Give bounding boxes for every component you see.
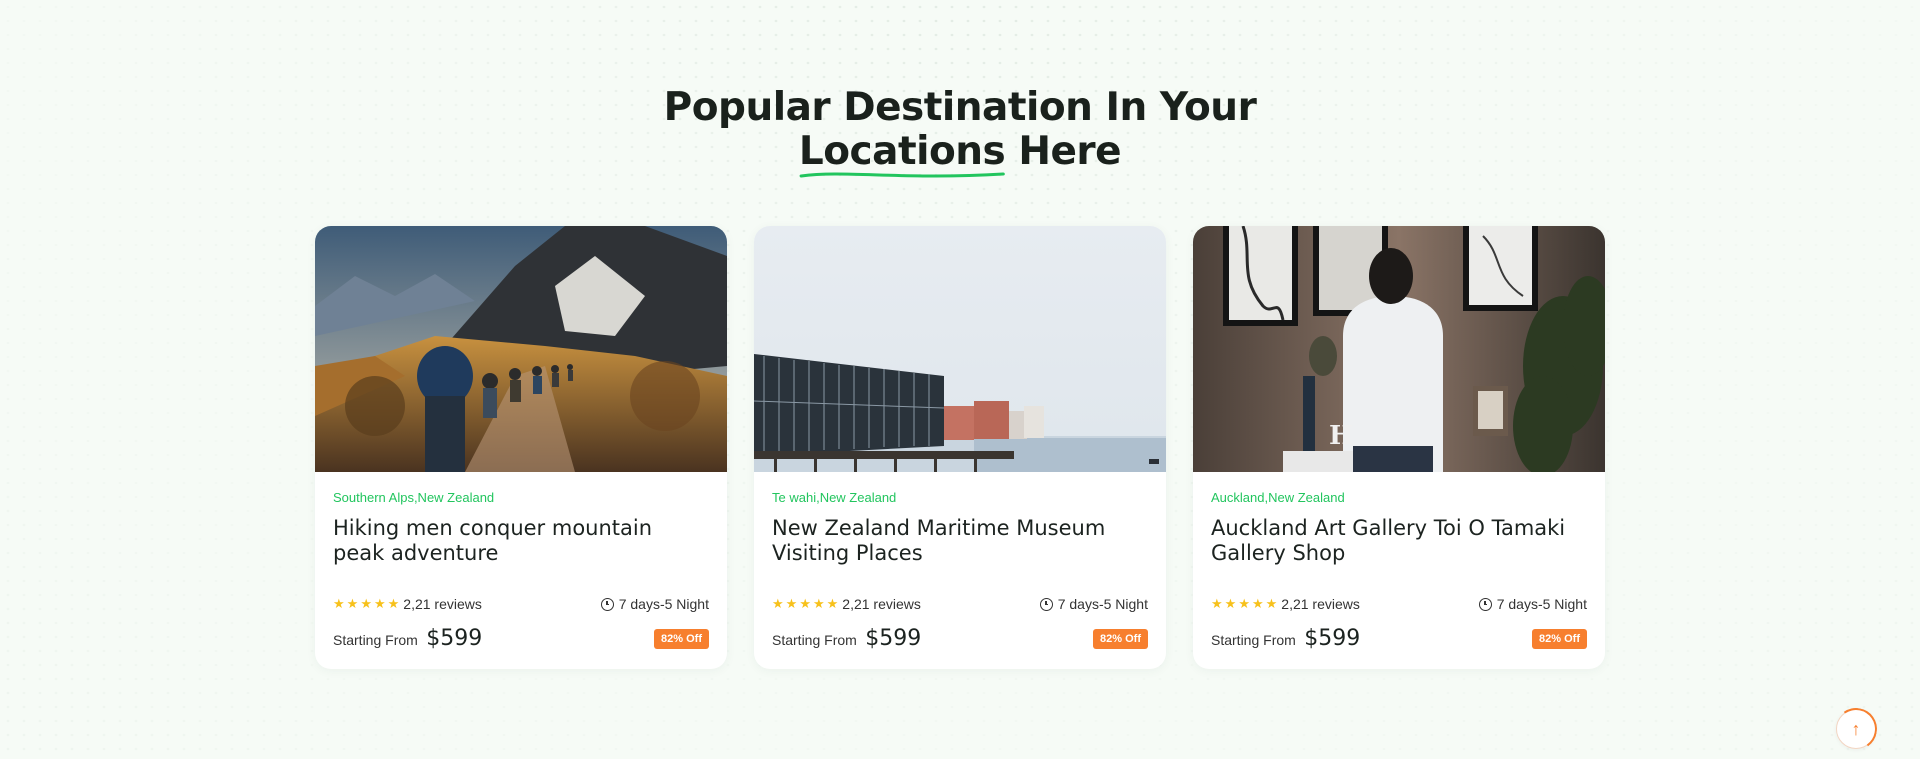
card-image-museum[interactable] (754, 226, 1166, 472)
card-price: $599 (1304, 626, 1361, 651)
card-duration-text: 7 days-5 Night (1496, 596, 1587, 612)
squiggle-underline-icon (799, 172, 1005, 178)
heading-highlight: Locations (799, 130, 1006, 178)
destination-card[interactable]: H Auckland,New Zealand Auckland Art Gall… (1193, 226, 1605, 669)
card-image-gallery[interactable]: H (1193, 226, 1605, 472)
discount-badge: 82% Off (654, 628, 709, 649)
card-rating: ★ ★ ★ ★ ★ 2,21 reviews (333, 596, 482, 612)
card-title[interactable]: Auckland Art Gallery Toi O Tamaki Galler… (1211, 516, 1587, 566)
star-icon: ★ (373, 596, 386, 611)
card-price: $599 (865, 626, 922, 651)
star-icon: ★ (785, 596, 798, 611)
card-duration: 7 days-5 Night (600, 596, 709, 612)
card-image-hiking[interactable] (315, 226, 727, 472)
star-icon: ★ (799, 596, 811, 611)
svg-text:H: H (1329, 421, 1354, 451)
card-reviews: 2,21 reviews (1281, 596, 1360, 612)
card-title[interactable]: New Zealand Maritime Museum Visiting Pla… (772, 516, 1148, 566)
card-title[interactable]: Hiking men conquer mountain peak adventu… (333, 516, 709, 566)
destination-card[interactable]: Southern Alps,New Zealand Hiking men con… (315, 226, 727, 669)
clock-icon (600, 597, 614, 611)
star-icon: ★ (1224, 596, 1237, 611)
star-icon: ★ (1251, 596, 1264, 611)
clock-icon (1478, 597, 1492, 611)
discount-badge: 82% Off (1093, 628, 1148, 649)
section-heading: Popular Destination In Your Locations He… (0, 85, 1920, 178)
card-location: Auckland,New Zealand (1211, 490, 1345, 505)
discount-badge: 82% Off (1532, 628, 1587, 649)
price-label: Starting From (1211, 632, 1296, 648)
heading-line-1: Popular Destination In Your (663, 85, 1257, 130)
star-icon: ★ (360, 596, 372, 611)
arrow-up-icon: ↑ (1851, 718, 1861, 739)
star-icon: ★ (772, 596, 784, 611)
card-duration-text: 7 days-5 Night (1057, 596, 1148, 612)
card-duration-text: 7 days-5 Night (618, 596, 709, 612)
star-icon: ★ (346, 596, 359, 611)
card-rating: ★ ★ ★ ★ ★ 2,21 reviews (1211, 596, 1360, 612)
card-reviews: 2,21 reviews (842, 596, 921, 612)
clock-icon (1039, 597, 1053, 611)
star-icon: ★ (1211, 596, 1223, 611)
card-duration: 7 days-5 Night (1039, 596, 1148, 612)
card-price: $599 (426, 626, 483, 651)
star-icon: ★ (1238, 596, 1250, 611)
scroll-to-top-button[interactable]: ↑ (1836, 709, 1876, 749)
star-icon: ★ (333, 596, 345, 611)
card-reviews: 2,21 reviews (403, 596, 482, 612)
star-icon: ★ (812, 596, 825, 611)
price-label: Starting From (772, 632, 857, 648)
star-icon: ★ (826, 596, 839, 611)
star-icon: ★ (387, 596, 400, 611)
card-location: Te wahi,New Zealand (772, 490, 897, 505)
card-rating: ★ ★ ★ ★ ★ 2,21 reviews (772, 596, 921, 612)
star-icon: ★ (1265, 596, 1278, 611)
destination-cards: Southern Alps,New Zealand Hiking men con… (315, 226, 1605, 669)
card-duration: 7 days-5 Night (1478, 596, 1587, 612)
price-label: Starting From (333, 632, 418, 648)
destination-card[interactable]: Te wahi,New Zealand New Zealand Maritime… (754, 226, 1166, 669)
heading-rest: Here (1005, 129, 1122, 174)
card-location: Southern Alps,New Zealand (333, 490, 495, 505)
